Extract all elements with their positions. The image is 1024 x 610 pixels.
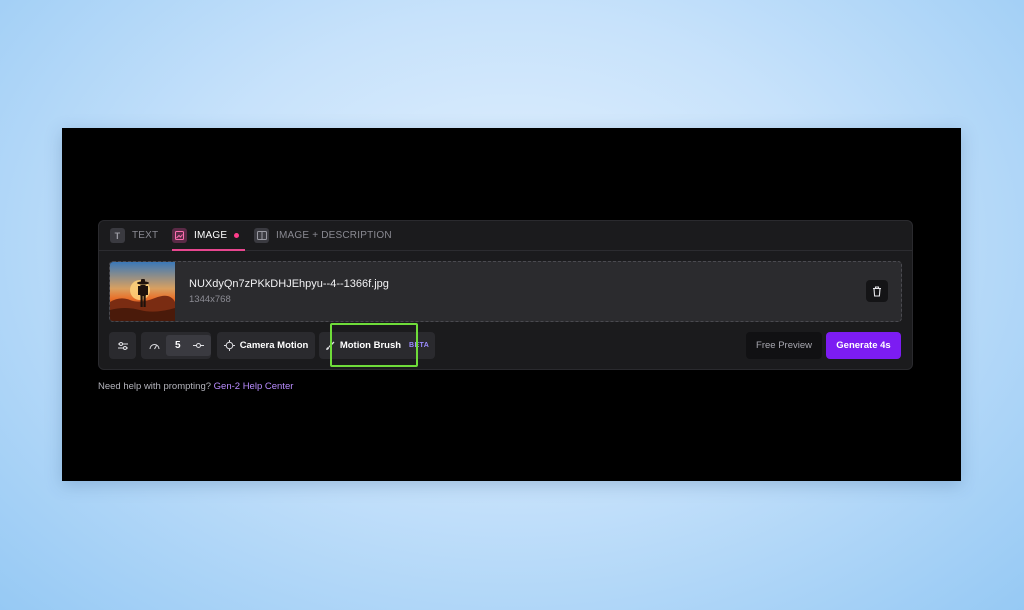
generate-label: Generate 4s <box>836 340 891 351</box>
image-thumbnail <box>110 262 175 321</box>
tab-image[interactable]: IMAGE <box>172 221 246 251</box>
tab-text[interactable]: T TEXT <box>110 221 158 250</box>
settings-button[interactable] <box>109 332 136 359</box>
adjust-icon <box>193 343 204 348</box>
tab-image-description[interactable]: IMAGE + DESCRIPTION <box>254 221 392 250</box>
help-center-link[interactable]: Gen-2 Help Center <box>214 381 294 392</box>
generation-toolbar: 5 Camera Motion Motion Brush BETA Free P… <box>109 332 902 359</box>
free-preview-button[interactable]: Free Preview <box>746 332 822 359</box>
mode-tabs: T TEXT IMAGE IMAGE + DESCRIPTION <box>99 221 912 251</box>
delete-image-button[interactable] <box>866 280 888 302</box>
camera-motion-icon <box>223 340 235 351</box>
tab-label: TEXT <box>132 230 159 241</box>
brush-icon <box>325 341 335 350</box>
help-prompt: Need help with prompting? <box>98 381 214 392</box>
active-dot <box>234 233 240 238</box>
camera-motion-button[interactable]: Camera Motion <box>217 332 315 359</box>
generation-panel: T TEXT IMAGE IMAGE + DESCRIPTION NUXdyQn… <box>98 220 913 370</box>
speedometer-icon <box>149 344 160 350</box>
help-text: Need help with prompting? Gen-2 Help Cen… <box>98 381 293 392</box>
tab-label: IMAGE + DESCRIPTION <box>276 230 392 241</box>
tab-label: IMAGE <box>194 230 228 241</box>
image-dimensions: 1344x768 <box>189 294 231 305</box>
motion-speed-control[interactable]: 5 <box>141 332 211 359</box>
sliders-icon <box>117 341 128 350</box>
beta-badge: BETA <box>409 342 430 349</box>
motion-brush-button[interactable]: Motion Brush BETA <box>319 332 435 359</box>
image-upload-area[interactable]: NUXdyQn7zPKkDHJEhpyu--4--1366f.jpg 1344x… <box>109 261 902 322</box>
trash-icon <box>873 285 881 297</box>
generate-button[interactable]: Generate 4s <box>826 332 901 359</box>
camera-motion-label: Camera Motion <box>239 340 309 351</box>
motion-brush-label: Motion Brush <box>339 340 402 351</box>
speed-value: 5 <box>175 340 181 351</box>
free-preview-label: Free Preview <box>756 340 812 351</box>
image-icon <box>172 228 187 243</box>
text-icon: T <box>110 228 125 243</box>
app-window: T TEXT IMAGE IMAGE + DESCRIPTION NUXdyQn… <box>62 128 961 481</box>
speed-value-box[interactable]: 5 <box>166 335 211 356</box>
file-name: NUXdyQn7zPKkDHJEhpyu--4--1366f.jpg <box>189 278 389 290</box>
image-description-icon <box>254 228 269 243</box>
